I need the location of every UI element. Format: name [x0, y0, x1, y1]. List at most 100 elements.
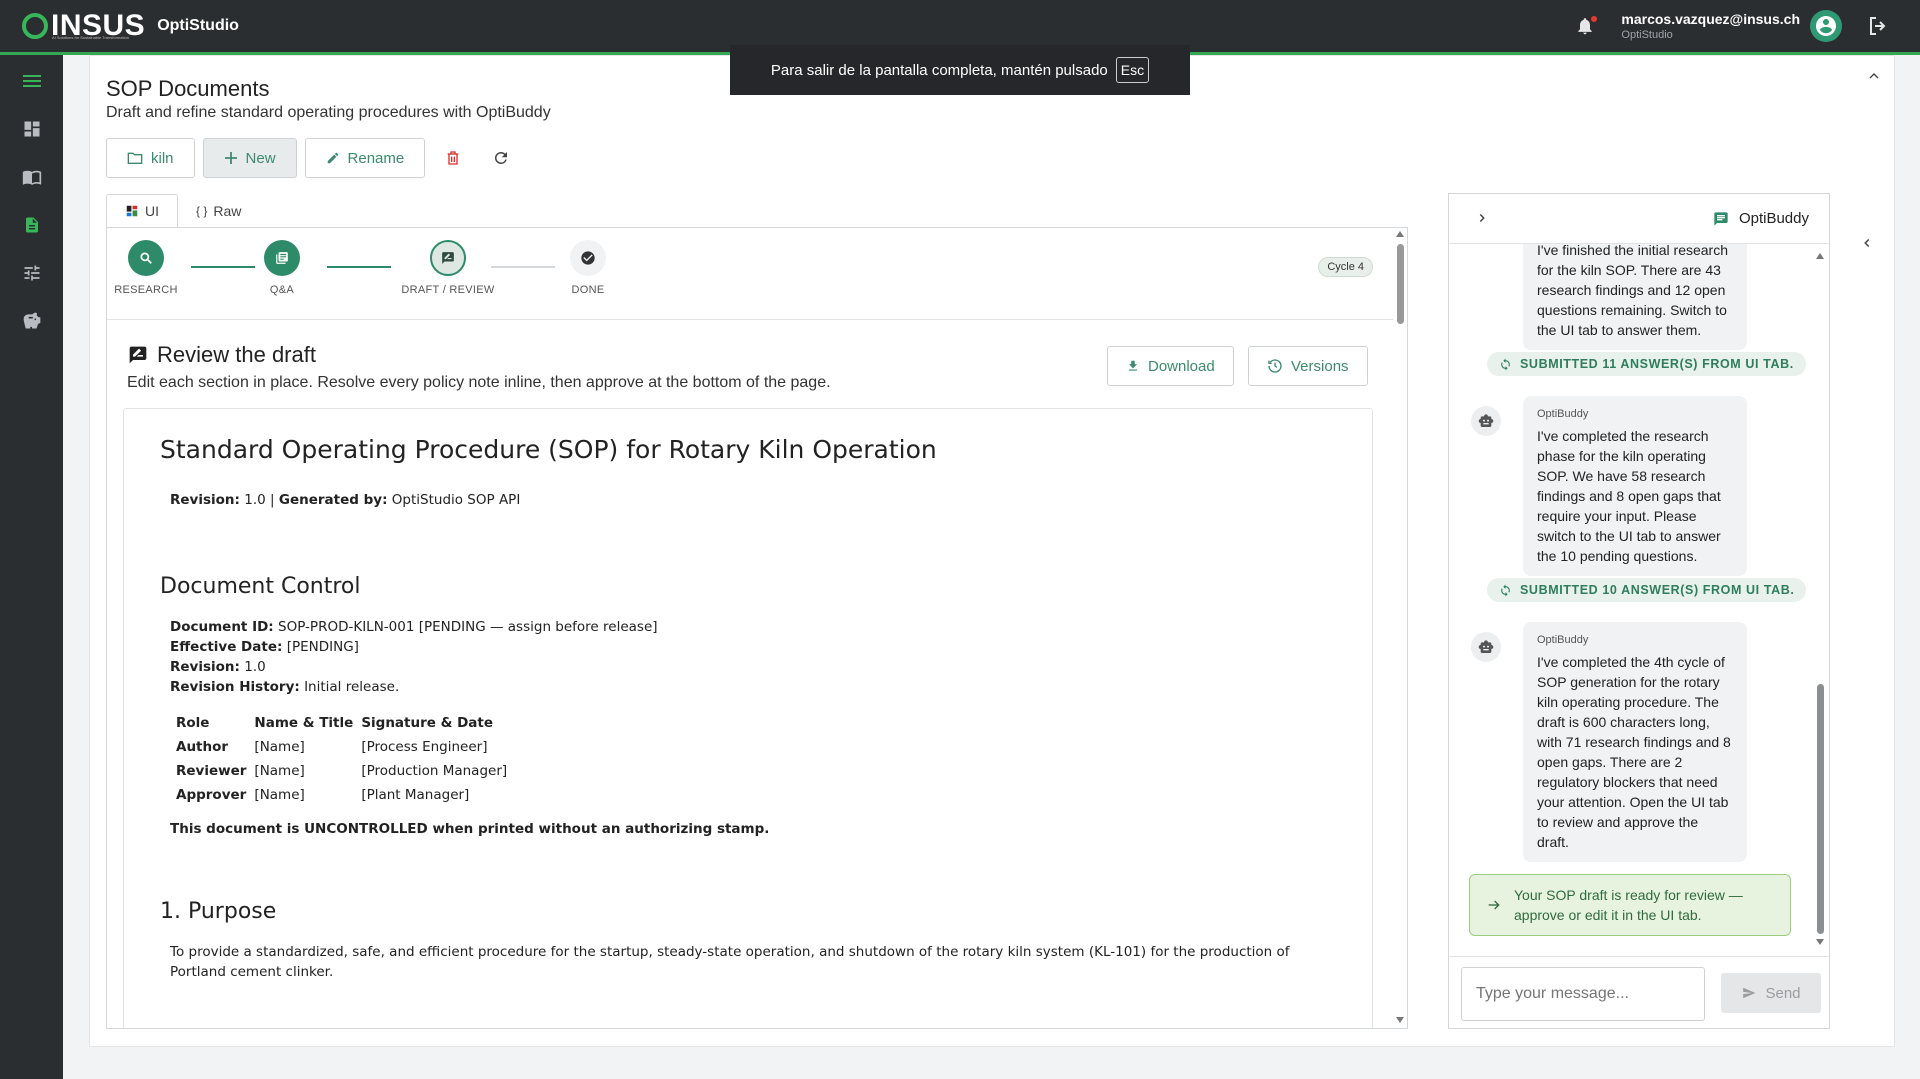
scroll-up-icon[interactable]	[1396, 231, 1404, 237]
chat-scrollbar[interactable]	[1815, 250, 1825, 950]
scroll-thumb[interactable]	[1397, 244, 1404, 324]
toolbar: kiln New Rename	[106, 138, 529, 178]
message-sender: OptiBuddy	[1537, 408, 1589, 420]
control-label: Revision:	[170, 659, 240, 675]
generated-value: OptiStudio SOP API	[391, 492, 521, 508]
download-button[interactable]: Download	[1107, 346, 1234, 386]
cycle-badge: Cycle 4	[1318, 257, 1373, 277]
sop-documents-icon[interactable]	[0, 201, 63, 249]
document-control-list: Document ID: SOP-PROD-KILN-001 [PENDING …	[170, 617, 1336, 697]
new-label: New	[245, 149, 276, 167]
book-icon[interactable]	[0, 153, 63, 201]
document-control-heading: Document Control	[160, 574, 361, 599]
step-connector	[327, 266, 391, 268]
main-card: SOP Documents Draft and refine standard …	[89, 55, 1895, 1047]
chat-input-row: Send	[1449, 956, 1829, 1028]
fullscreen-toast: Para salir de la pantalla completa, mant…	[730, 45, 1190, 95]
app-name: OptiStudio	[157, 17, 239, 34]
check-icon	[570, 240, 606, 276]
meta-separator: |	[270, 492, 275, 508]
folder-button[interactable]: kiln	[106, 138, 195, 178]
control-row: Revision History: Initial release.	[170, 677, 1336, 697]
system-chip-text: SUBMITTED 11 ANSWER(S) FROM UI TAB.	[1520, 357, 1794, 371]
chat-message-input[interactable]	[1461, 967, 1705, 1021]
brand-tagline: AI Solutions for Sustainable Transformat…	[52, 35, 129, 40]
sync-icon	[1501, 584, 1510, 596]
control-row: Effective Date: [PENDING]	[170, 637, 1336, 657]
tab-ui[interactable]: UI	[106, 194, 178, 228]
review-title: Review the draft	[157, 342, 316, 367]
settings-sliders-icon[interactable]	[0, 249, 63, 297]
column-header: Role	[176, 715, 210, 731]
tab-raw[interactable]: { } Raw	[178, 194, 259, 228]
logout-icon[interactable]	[1866, 14, 1890, 38]
versions-button[interactable]: Versions	[1248, 346, 1368, 386]
account-icon	[1816, 16, 1836, 36]
signature-table: Role Name & Title Signature & Date Autho…	[172, 711, 511, 807]
dashboard-icon[interactable]	[0, 105, 63, 153]
chevron-left-icon[interactable]	[1860, 236, 1874, 253]
page-subtitle: Draft and refine standard operating proc…	[106, 104, 551, 121]
content-scrollbar[interactable]	[1393, 228, 1407, 1028]
page-title: SOP Documents	[106, 76, 270, 101]
table-row: Reviewer [Name] [Production Manager]	[172, 759, 511, 783]
pencil-icon	[327, 152, 338, 164]
notifications-bell-icon[interactable]	[1575, 15, 1598, 37]
chevron-up-icon[interactable]	[1866, 68, 1882, 87]
scroll-down-icon[interactable]	[1816, 939, 1824, 945]
control-value: [PENDING]	[286, 639, 359, 655]
message-text: I've completed the research phase for th…	[1537, 428, 1721, 564]
message-sender: OptiBuddy	[1537, 634, 1589, 646]
versions-label: Versions	[1291, 357, 1349, 375]
chevron-right-icon[interactable]	[1475, 211, 1489, 228]
step-draft-review[interactable]: DRAFT / REVIEW	[388, 240, 508, 296]
step-label: DRAFT / REVIEW	[401, 284, 495, 296]
control-value: SOP-PROD-KILN-001 [PENDING — assign befo…	[278, 619, 658, 635]
revision-label: Revision:	[170, 492, 240, 508]
step-label: DONE	[571, 284, 605, 296]
rename-label: Rename	[347, 149, 405, 167]
rename-button[interactable]: Rename	[304, 138, 426, 178]
draft-ready-notice[interactable]: Your SOP draft is ready for review — app…	[1469, 874, 1791, 936]
chat-scroll-thumb[interactable]	[1817, 684, 1824, 934]
chat-message: OptiBuddy I've completed the 4th cycle o…	[1523, 622, 1747, 862]
new-button[interactable]: New	[202, 138, 297, 178]
logo-ring	[22, 13, 48, 39]
uncontrolled-note: This document is UNCONTROLLED when print…	[170, 821, 770, 837]
send-button[interactable]: Send	[1721, 973, 1821, 1013]
history-icon	[1268, 359, 1282, 373]
toast-text: Para salir de la pantalla completa, mant…	[770, 61, 1108, 79]
folder-label: kiln	[151, 149, 174, 167]
braces-icon: { }	[196, 204, 208, 218]
send-label: Send	[1765, 984, 1801, 1002]
scroll-down-icon[interactable]	[1396, 1017, 1404, 1023]
step-qa[interactable]: Q&A	[237, 240, 327, 296]
control-label: Effective Date:	[170, 639, 283, 655]
menu-toggle-icon[interactable]	[0, 57, 63, 105]
step-done[interactable]: DONE	[543, 240, 633, 296]
esc-key: Esc	[1115, 57, 1150, 83]
step-research[interactable]: RESEARCH	[107, 240, 191, 296]
tab-raw-label: Raw	[213, 203, 242, 219]
sop-document[interactable]: Standard Operating Procedure (SOP) for R…	[123, 408, 1373, 1028]
table-row: Author [Name] [Process Engineer]	[172, 735, 511, 759]
refresh-icon[interactable]	[481, 138, 521, 178]
draft-icon	[430, 240, 466, 276]
cell-name: [Name]	[254, 739, 305, 755]
control-label: Revision History:	[170, 679, 300, 695]
table-row: Approver [Name] [Plant Manager]	[172, 783, 511, 807]
cell-name: [Name]	[254, 787, 305, 803]
scroll-up-icon[interactable]	[1816, 253, 1824, 259]
cell-role: Author	[176, 739, 229, 755]
cell-signature: [Process Engineer]	[361, 739, 488, 755]
delete-icon[interactable]	[433, 138, 473, 178]
column-header: Name & Title	[254, 715, 354, 731]
bot-avatar-icon	[1471, 406, 1501, 436]
send-icon	[1743, 987, 1756, 999]
qa-icon	[264, 240, 300, 276]
piggy-bank-icon[interactable]	[0, 297, 63, 345]
draft-comment-icon	[129, 346, 147, 364]
avatar[interactable]	[1810, 10, 1842, 42]
column-header: Signature & Date	[361, 715, 494, 731]
download-icon	[1128, 360, 1138, 371]
